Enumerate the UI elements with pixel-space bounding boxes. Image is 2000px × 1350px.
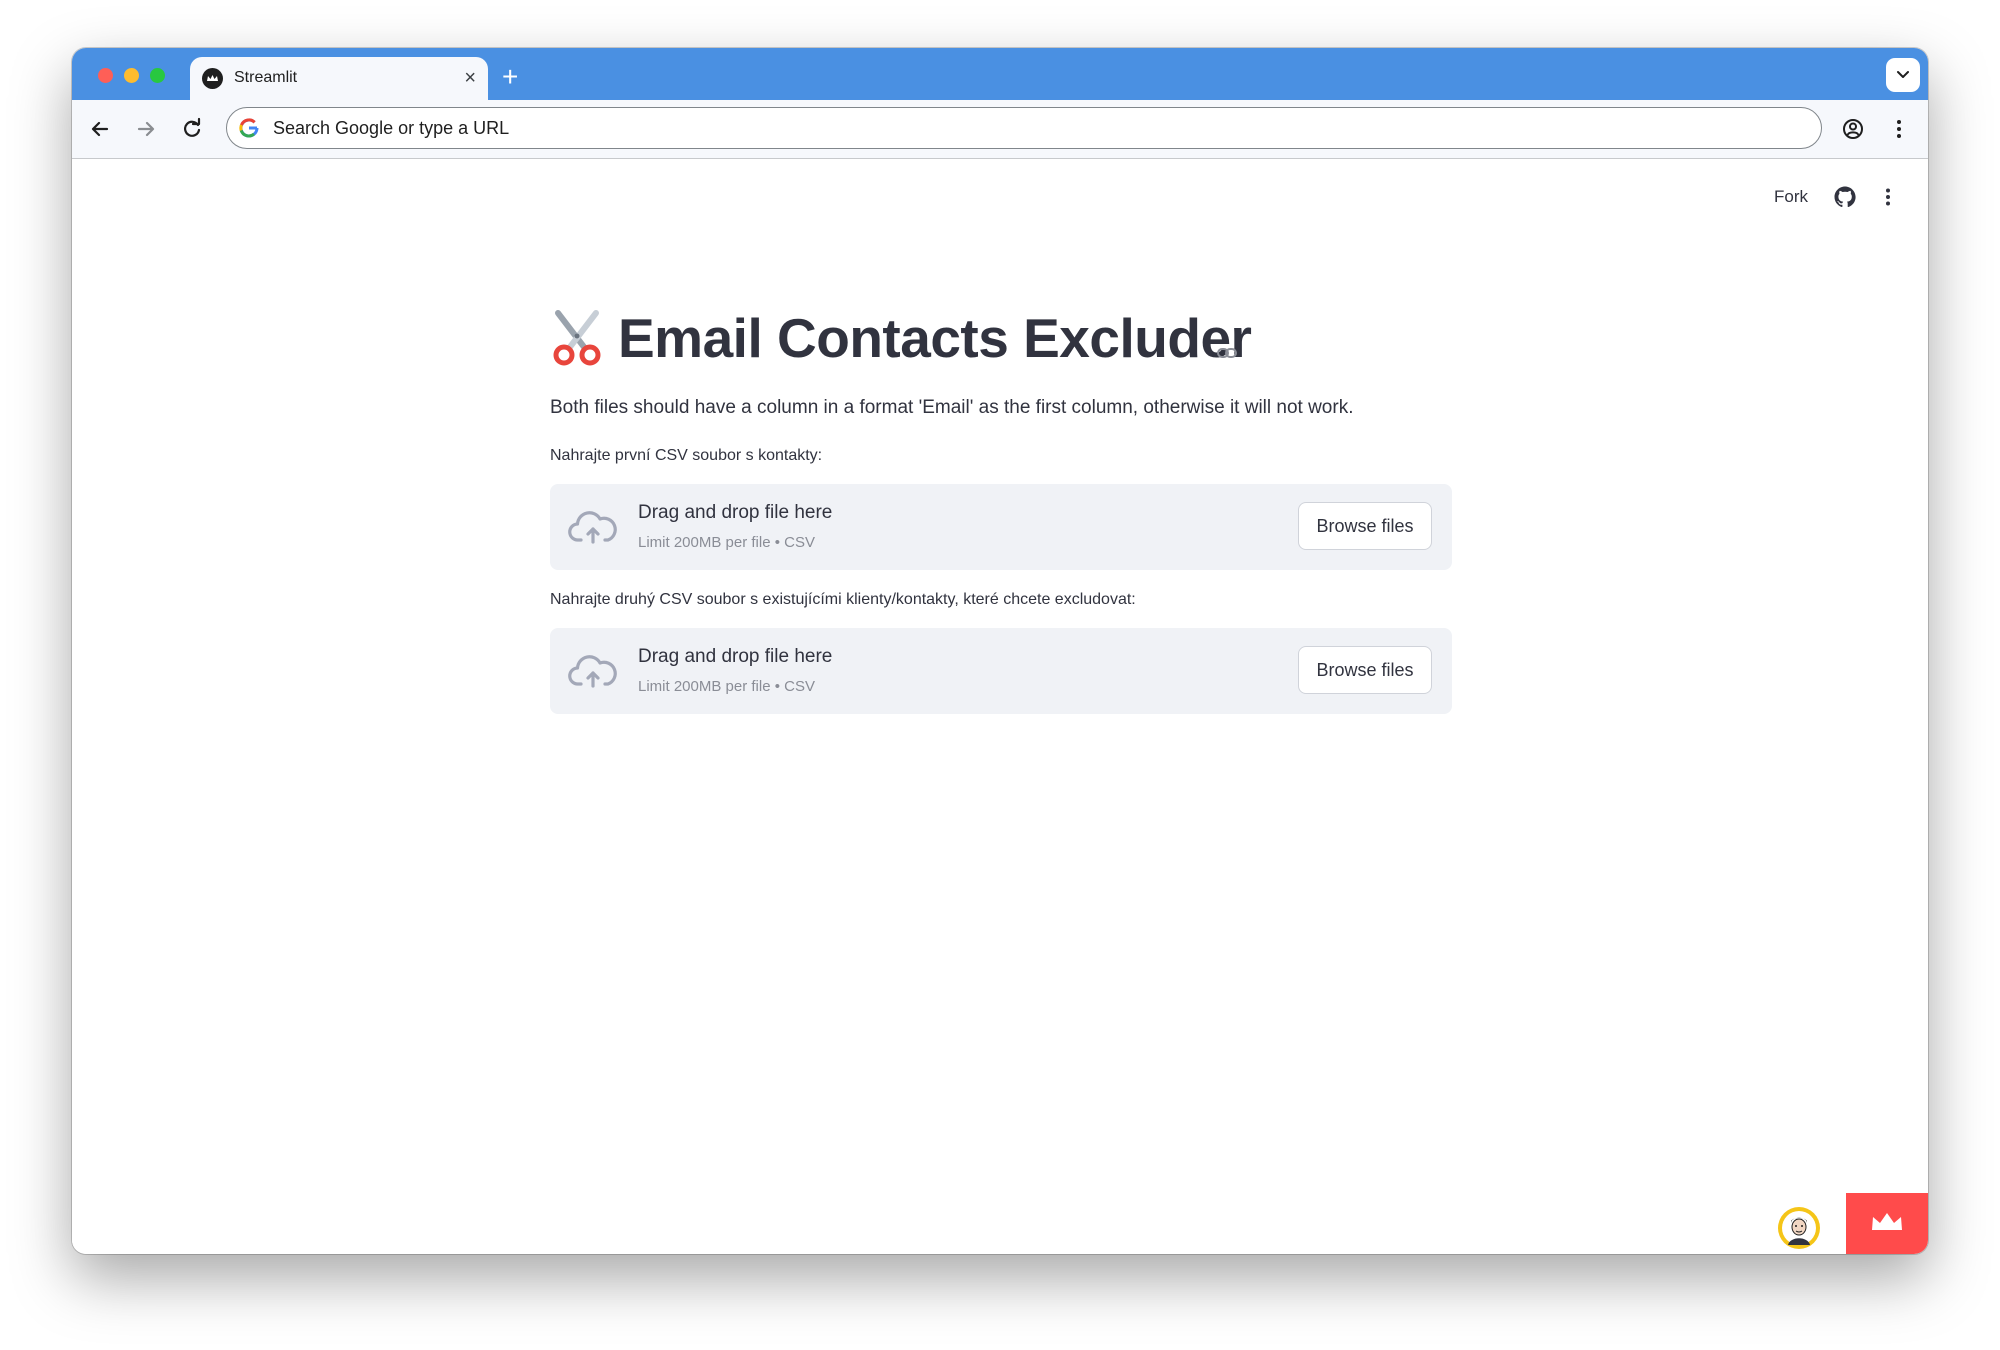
fork-button[interactable]: Fork [1774, 187, 1808, 207]
streamlit-crown-icon [1872, 1213, 1902, 1230]
forward-arrow-icon[interactable] [133, 116, 159, 142]
close-window-button[interactable] [98, 68, 113, 83]
back-arrow-icon[interactable] [87, 116, 113, 142]
chevron-down-icon [1897, 71, 1909, 78]
dropzone-limit: Limit 200MB per file • CSV [638, 534, 815, 551]
profile-icon[interactable] [1840, 116, 1866, 142]
dropzone-limit: Limit 200MB per file • CSV [638, 678, 815, 695]
address-placeholder: Search Google or type a URL [273, 118, 510, 138]
tab-close-button[interactable]: × [464, 66, 476, 90]
chrome-menu-icon[interactable] [1886, 116, 1912, 142]
user-avatar-icon [1782, 1211, 1816, 1245]
reload-icon[interactable] [179, 116, 205, 142]
uploader-label-second: Nahrajte druhý CSV soubor s existujícími… [550, 591, 1136, 608]
page-title-row: Email Contacts Excluder [550, 304, 1452, 374]
upload-cloud-icon [568, 655, 617, 688]
avatar[interactable] [1778, 1207, 1820, 1249]
page-title: Email Contacts Excluder [618, 307, 1252, 369]
tab-search-button[interactable] [1886, 58, 1920, 92]
uploader-label-first: Nahrajte první CSV soubor s kontakty: [550, 447, 823, 464]
new-tab-button[interactable]: + [502, 57, 518, 97]
streamlit-favicon-icon [202, 68, 223, 89]
file-dropzone-second[interactable]: Drag and drop file here Limit 200MB per … [550, 628, 1452, 714]
browse-files-button[interactable]: Browse files [1298, 502, 1432, 550]
dropzone-instructions: Drag and drop file here [638, 502, 833, 523]
github-icon[interactable] [1833, 185, 1857, 209]
maximize-window-button[interactable] [150, 68, 165, 83]
browser-window: Streamlit × + Search Google or type a UR… [72, 48, 1928, 1254]
browser-tab[interactable]: Streamlit × [190, 57, 488, 100]
google-icon [239, 118, 259, 138]
file-dropzone-first[interactable]: Drag and drop file here Limit 200MB per … [550, 484, 1452, 570]
browse-files-button[interactable]: Browse files [1298, 646, 1432, 694]
dropzone-instructions: Drag and drop file here [638, 646, 833, 667]
address-bar[interactable]: Search Google or type a URL [226, 107, 1822, 149]
tab-title: Streamlit [234, 69, 298, 86]
page-description: Both files should have a column in a for… [550, 397, 1354, 418]
link-icon[interactable] [1216, 342, 1238, 364]
streamlit-app: Fork Email Contacts Excluder Both files … [72, 159, 1928, 1254]
kebab-menu-icon[interactable] [1876, 185, 1900, 209]
scissors-icon [553, 310, 601, 366]
minimize-window-button[interactable] [124, 68, 139, 83]
upload-cloud-icon [568, 511, 617, 544]
tab-bar: Streamlit × + [72, 48, 1928, 100]
streamlit-badge[interactable] [1846, 1193, 1928, 1254]
browser-toolbar: Search Google or type a URL [72, 100, 1928, 159]
